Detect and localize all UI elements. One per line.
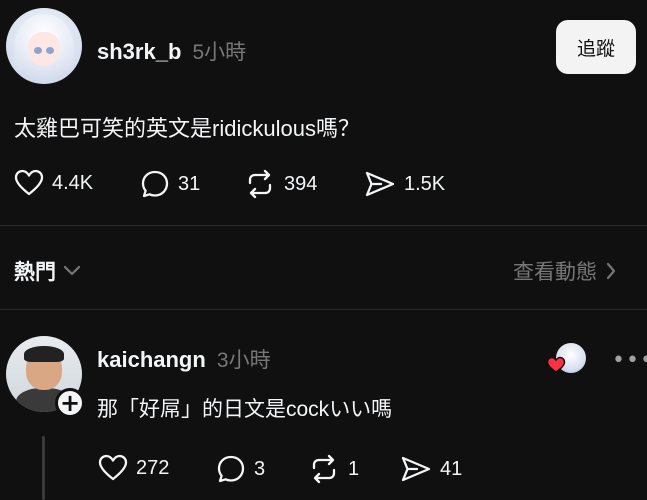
post-author-line: sh3rk_b 5小時	[97, 36, 246, 66]
post-text-cjk: 太雞巴可笑的英文是	[14, 117, 213, 142]
reply-username[interactable]: kaichangn	[97, 347, 206, 372]
avatar-eye-right	[46, 47, 54, 54]
avatar-hair	[24, 346, 64, 362]
send-icon	[365, 171, 395, 197]
chevron-down-icon	[63, 265, 81, 276]
view-activity-label: 查看動態	[513, 260, 597, 284]
reply-repost-button[interactable]: 1	[308, 454, 359, 484]
follow-plus-button[interactable]: +	[55, 388, 85, 418]
post-username[interactable]: sh3rk_b	[97, 39, 181, 64]
reply-share-count: 41	[440, 457, 463, 480]
repost-icon	[248, 169, 272, 199]
share-button[interactable]: 1.5K	[364, 169, 445, 199]
repost-icon	[312, 454, 336, 484]
reply-like-count: 272	[136, 456, 170, 479]
comment-button[interactable]: 31	[140, 169, 200, 199]
chevron-right-icon	[606, 262, 616, 280]
thread-line	[42, 436, 45, 500]
reply-comment-button[interactable]: 3	[216, 454, 265, 484]
post-text-suffix: 嗎？	[315, 117, 360, 142]
avatar-face	[28, 32, 60, 66]
reply-text-post: いい嗎	[329, 397, 393, 421]
comment-bubble-icon	[141, 170, 169, 198]
avatar-eye-left	[34, 47, 42, 54]
sort-label: 熱門	[14, 260, 56, 284]
heart-icon	[98, 454, 128, 481]
reply-repost-count: 1	[348, 457, 360, 480]
reply-time: 3小時	[216, 349, 271, 372]
like-button[interactable]: 4.4K	[14, 169, 93, 197]
post-author-avatar[interactable]	[6, 8, 82, 84]
reply-like-button[interactable]: 272	[98, 454, 169, 482]
more-options-icon[interactable]: •••	[612, 348, 647, 373]
follow-button[interactable]: 追蹤	[556, 20, 636, 74]
heart-icon	[546, 356, 566, 373]
send-icon	[401, 456, 431, 482]
post-text: 太雞巴可笑的英文是ridickulous嗎？	[14, 111, 360, 143]
divider	[0, 309, 647, 310]
sort-dropdown[interactable]: 熱門	[14, 256, 82, 286]
repost-button[interactable]: 394	[244, 169, 317, 199]
reply-author-line: kaichangn 3小時	[97, 344, 271, 374]
reply-comment-count: 3	[254, 457, 266, 480]
reply-text-pre: 那「好屌」的日文是	[97, 397, 286, 421]
reply-text: 那「好屌」的日文是cockいい嗎	[97, 393, 392, 423]
reply-share-button[interactable]: 41	[400, 454, 462, 484]
heart-icon	[14, 169, 44, 196]
share-count: 1.5K	[404, 172, 446, 195]
divider	[0, 225, 647, 226]
reply-text-latin: cock	[286, 398, 330, 421]
comment-count: 31	[178, 172, 201, 195]
comment-bubble-icon	[217, 455, 245, 483]
post-time: 5小時	[192, 41, 247, 64]
repost-count: 394	[284, 172, 318, 195]
post-text-latin: ridickulous	[212, 116, 316, 141]
like-count: 4.4K	[52, 171, 94, 194]
view-activity-link[interactable]: 查看動態	[513, 256, 617, 286]
